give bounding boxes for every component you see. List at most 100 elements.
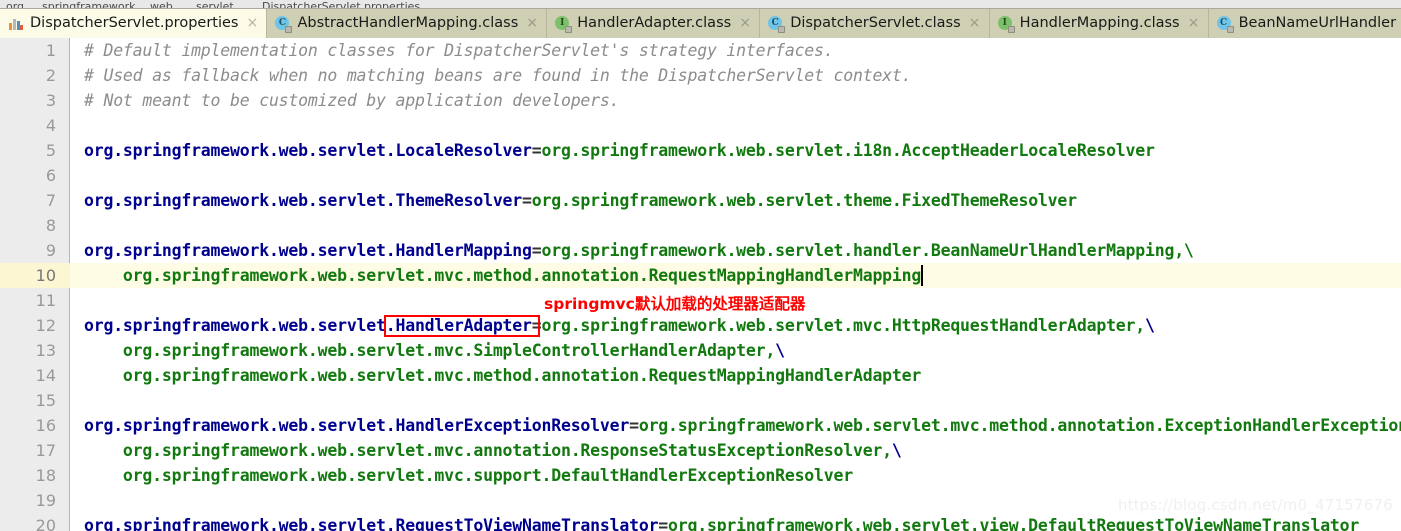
editor-tab-bar: DispatcherServlet.properties × C Abstrac… xyxy=(0,9,1401,38)
code-line[interactable]: 9 org.springframework.web.servlet.Handler… xyxy=(0,238,1401,263)
breadcrumb-item-2[interactable]: web xyxy=(150,1,173,8)
code-token-eq: = xyxy=(522,191,532,210)
code-token-val: org.springframework.web.servlet.mvc.meth… xyxy=(84,266,922,285)
code-line[interactable]: 4 xyxy=(0,113,1401,138)
code-line-text: # Used as fallback when no matching bean… xyxy=(84,63,912,88)
code-line[interactable]: 12 org.springframework.web.servlet.Handle… xyxy=(0,313,1401,338)
code-token-comment: # Used as fallback when no matching bean… xyxy=(84,66,912,85)
code-line[interactable]: 7 org.springframework.web.servlet.ThemeRe… xyxy=(0,188,1401,213)
code-line-text: org.springframework.web.servlet.HandlerA… xyxy=(84,313,1155,338)
code-token-val: org.springframework.web.servlet.i18n.Acc… xyxy=(541,141,1155,160)
code-line[interactable]: 16 org.springframework.web.servlet.Handle… xyxy=(0,413,1401,438)
code-token-eq: = xyxy=(531,141,542,160)
code-line-text: org.springframework.web.servlet.LocaleRe… xyxy=(84,138,1155,163)
java-interface-icon: I xyxy=(997,15,1015,33)
line-number: 17 xyxy=(35,441,56,460)
line-number: 12 xyxy=(35,316,56,335)
close-icon[interactable]: × xyxy=(526,9,538,38)
code-token-val: org.springframework.web.servlet.mvc.Simp… xyxy=(84,341,776,360)
line-number: 20 xyxy=(35,516,56,531)
code-token-val: org.springframework.web.servlet.mvc.anno… xyxy=(84,441,892,460)
breadcrumb-item-4[interactable]: DispatcherServlet.properties xyxy=(262,1,420,8)
code-token-eq: = xyxy=(658,516,669,531)
code-line-text: org.springframework.web.servlet.RequestT… xyxy=(84,513,1359,531)
tab-beannameurlhandler-class[interactable]: C BeanNameUrlHandler xyxy=(1208,9,1401,38)
code-text-area[interactable]: 1 # Default implementation classes for Di… xyxy=(0,38,1401,531)
line-number: 6 xyxy=(45,166,56,185)
code-line-text: org.springframework.web.servlet.mvc.Simp… xyxy=(84,338,785,363)
line-number: 10 xyxy=(35,266,56,285)
line-number: 7 xyxy=(45,191,56,210)
breadcrumb-item-0[interactable]: org xyxy=(6,1,24,8)
code-token-eq: = xyxy=(531,316,542,335)
line-number: 16 xyxy=(35,416,56,435)
line-number: 13 xyxy=(35,341,56,360)
code-line[interactable]: 18 org.springframework.web.servlet.mvc.s… xyxy=(0,463,1401,488)
tab-label: AbstractHandlerMapping.class xyxy=(297,15,519,31)
code-line[interactable]: 17 org.springframework.web.servlet.mvc.a… xyxy=(0,438,1401,463)
close-icon[interactable]: × xyxy=(739,9,751,38)
code-line-text: org.springframework.web.servlet.HandlerE… xyxy=(84,413,1401,438)
code-editor[interactable]: 1 # Default implementation classes for Di… xyxy=(0,38,1401,531)
code-line-text: org.springframework.web.servlet.HandlerM… xyxy=(84,238,1194,263)
tab-label: BeanNameUrlHandler xyxy=(1238,15,1397,31)
line-number: 3 xyxy=(45,91,56,110)
code-token-slash: \ xyxy=(1145,316,1155,335)
code-line[interactable]: 13 org.springframework.web.servlet.mvc.S… xyxy=(0,338,1401,363)
java-interface-icon: I xyxy=(555,15,573,33)
line-number: 1 xyxy=(45,41,56,60)
line-number: 11 xyxy=(35,291,56,310)
code-token-val: org.springframework.web.servlet.mvc.meth… xyxy=(638,416,1401,435)
code-line[interactable]: 5 org.springframework.web.servlet.LocaleR… xyxy=(0,138,1401,163)
close-icon[interactable]: × xyxy=(1188,9,1200,38)
code-line-text: # Not meant to be customized by applicat… xyxy=(84,88,620,113)
code-line-text: org.springframework.web.servlet.mvc.meth… xyxy=(84,263,921,288)
line-number: 19 xyxy=(35,491,56,510)
code-line-text: org.springframework.web.servlet.mvc.anno… xyxy=(84,438,902,463)
code-line[interactable]: 3 # Not meant to be customized by applica… xyxy=(0,88,1401,113)
code-line[interactable]: 2 # Used as fallback when no matching bea… xyxy=(0,63,1401,88)
code-line-text: org.springframework.web.servlet.ThemeRes… xyxy=(84,188,1077,213)
code-line-text: # Default implementation classes for Dis… xyxy=(84,38,834,63)
breadcrumb-item-1[interactable]: springframework xyxy=(42,1,135,8)
code-line-text: org.springframework.web.servlet.mvc.supp… xyxy=(84,463,853,488)
line-number: 15 xyxy=(35,391,56,410)
tab-handleradapter-class[interactable]: I HandlerAdapter.class × xyxy=(547,9,761,38)
tab-dispatcherservlet-class[interactable]: C DispatcherServlet.class × xyxy=(760,9,990,38)
tab-label: DispatcherServlet.class xyxy=(790,15,961,31)
code-token-key: org.springframework.web.servlet.RequestT… xyxy=(84,516,659,531)
code-token-key: org.springframework.web.servlet.HandlerE… xyxy=(84,416,630,435)
code-line[interactable]: 6 xyxy=(0,163,1401,188)
code-line[interactable]: 14 org.springframework.web.servlet.mvc.m… xyxy=(0,363,1401,388)
code-line[interactable]: 8 xyxy=(0,213,1401,238)
line-number: 4 xyxy=(45,116,56,135)
code-token-val: org.springframework.web.servlet.theme.Fi… xyxy=(531,191,1077,210)
annotation-label: springmvc默认加载的处理器适配器 xyxy=(544,295,806,313)
tab-label: HandlerMapping.class xyxy=(1019,15,1180,31)
java-class-icon: C xyxy=(768,15,786,33)
java-class-icon: C xyxy=(275,15,293,33)
code-token-key: org.springframework.web.servlet.HandlerA… xyxy=(84,316,532,335)
properties-file-icon xyxy=(8,16,24,32)
close-icon[interactable]: × xyxy=(969,9,981,38)
line-number: 5 xyxy=(45,141,56,160)
breadcrumb-item-3[interactable]: servlet xyxy=(196,1,234,8)
tab-handlermapping-class[interactable]: I HandlerMapping.class × xyxy=(989,9,1209,38)
java-class-icon: C xyxy=(1216,15,1234,33)
code-token-key: org.springframework.web.servlet.HandlerM… xyxy=(84,241,532,260)
code-line-text: org.springframework.web.servlet.mvc.meth… xyxy=(84,363,921,388)
line-number: 8 xyxy=(45,216,56,235)
code-line[interactable]: 10 org.springframework.web.servlet.mvc.m… xyxy=(0,263,1401,288)
code-line[interactable]: 20 org.springframework.web.servlet.Reques… xyxy=(0,513,1401,531)
tab-dispatcherservlet-properties[interactable]: DispatcherServlet.properties × xyxy=(0,9,268,38)
code-token-val: org.springframework.web.servlet.mvc.supp… xyxy=(84,466,853,485)
breadcrumb: org springframework web servlet Dispatch… xyxy=(0,0,1401,9)
code-token-val: org.springframework.web.servlet.mvc.Http… xyxy=(541,316,1146,335)
watermark: https://blog.csdn.net/m0_47157676 xyxy=(1117,496,1393,514)
code-token-slash: \ xyxy=(891,441,902,460)
code-line[interactable]: 1 # Default implementation classes for Di… xyxy=(0,38,1401,63)
tab-abstracthandlermapping-class[interactable]: C AbstractHandlerMapping.class × xyxy=(267,9,548,38)
close-icon[interactable]: × xyxy=(246,9,258,38)
code-line[interactable]: 15 xyxy=(0,388,1401,413)
code-token-comment: # Default implementation classes for Dis… xyxy=(84,41,834,60)
